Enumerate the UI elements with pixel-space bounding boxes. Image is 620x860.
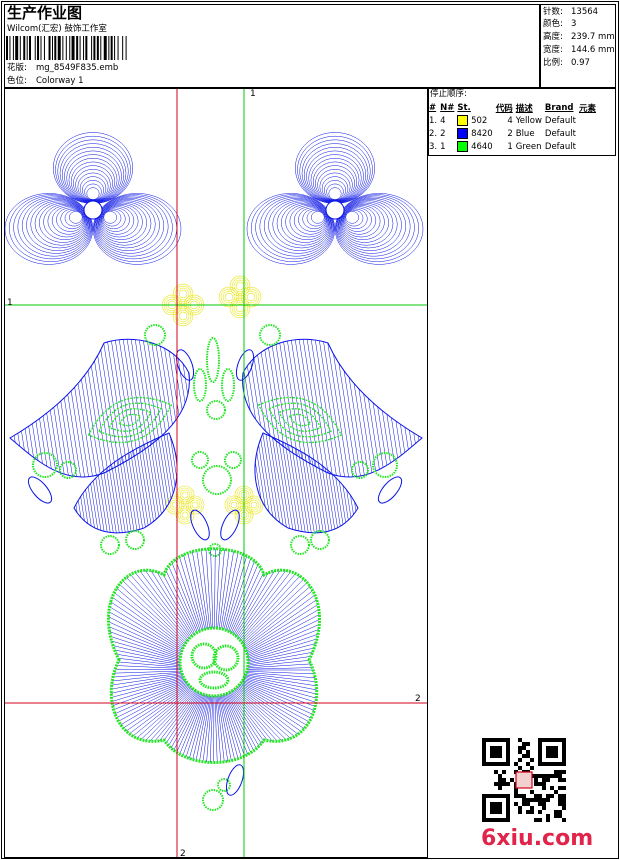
thread-cell: 1 bbox=[507, 141, 513, 152]
thread-col-header: 代码 bbox=[495, 103, 513, 114]
company-name: Wilcom(汇宏) 鼓饰工作室 bbox=[7, 24, 107, 34]
thread-cell: 2. bbox=[429, 128, 438, 139]
stitches-label: 针数: bbox=[543, 7, 563, 17]
thread-table: # N# St. 代码 描述 Brand 元素 1. 4 502 4 Yellow Default 2… bbox=[429, 101, 599, 153]
thread-cell bbox=[579, 140, 599, 153]
thread-cell: Default bbox=[544, 128, 576, 139]
color-swatch bbox=[457, 141, 469, 152]
colors-value: 3 bbox=[571, 19, 577, 29]
height-label: 高度: bbox=[543, 32, 563, 42]
thread-cell: Green bbox=[515, 141, 542, 152]
thread-col-header: 描述 bbox=[515, 103, 533, 114]
page-title: 生产作业图 bbox=[7, 4, 83, 22]
thread-table-header: # N# St. 代码 描述 Brand 元素 bbox=[429, 101, 599, 114]
thread-cell: Blue bbox=[515, 128, 535, 139]
color-swatch bbox=[457, 115, 469, 126]
scale-value: 0.97 bbox=[571, 58, 590, 68]
design-filename: mg_8549F835.emb bbox=[36, 63, 119, 73]
thread-cell: Yellow bbox=[515, 115, 542, 126]
thread-cell: Default bbox=[544, 141, 576, 152]
thread-col-header: 元素 bbox=[578, 103, 596, 114]
thread-row: 3. 1 4640 1 Green Default bbox=[429, 140, 599, 153]
thread-cell: 4 bbox=[440, 115, 446, 126]
guide-label-v1: 1 bbox=[250, 89, 256, 99]
thread-cell bbox=[579, 114, 599, 127]
stop-sequence-title: 停止顺序: bbox=[430, 89, 467, 99]
thread-col-header: N# bbox=[440, 102, 455, 113]
thread-cell: Default bbox=[544, 115, 576, 126]
color-swatch bbox=[457, 128, 469, 139]
width-label: 宽度: bbox=[543, 45, 563, 55]
guide-label-v2: 2 bbox=[180, 849, 186, 858]
thread-cell: 1. bbox=[429, 115, 438, 126]
width-value: 144.6 mm bbox=[571, 45, 615, 55]
embroidery-artwork bbox=[4, 132, 424, 811]
colorway-label: 色位: bbox=[7, 76, 27, 86]
thread-col-header: St. bbox=[457, 102, 471, 113]
thread-code: 4640 bbox=[468, 142, 493, 152]
scale-label: 比例: bbox=[543, 58, 563, 68]
thread-code: 8420 bbox=[468, 129, 493, 139]
thread-cell: 4 bbox=[507, 115, 513, 126]
thread-cell: 2 bbox=[507, 128, 513, 139]
thread-col-header: # bbox=[429, 102, 437, 113]
watermark-logo: 6xiu.com bbox=[481, 826, 594, 851]
thread-row: 2. 2 8420 2 Blue Default bbox=[429, 127, 599, 140]
qr-code-image bbox=[482, 738, 566, 822]
design-canvas: 1 1 2 2 bbox=[4, 89, 427, 858]
guide-label-h1: 1 bbox=[7, 298, 13, 308]
thread-cell bbox=[579, 127, 599, 140]
thread-cell: 3. bbox=[429, 141, 438, 152]
thread-cell: 1 bbox=[440, 141, 446, 152]
thread-cell: 2 bbox=[440, 128, 446, 139]
height-value: 239.7 mm bbox=[571, 32, 615, 42]
guide-label-h2: 2 bbox=[415, 694, 421, 704]
thread-row: 1. 4 502 4 Yellow Default bbox=[429, 114, 599, 127]
colorway-value: Colorway 1 bbox=[36, 76, 84, 86]
thread-code: 502 bbox=[468, 116, 488, 126]
stitches-value: 13564 bbox=[571, 7, 599, 17]
colors-label: 颜色: bbox=[543, 19, 563, 29]
design-label: 花版: bbox=[7, 63, 27, 73]
thread-col-header: Brand bbox=[544, 102, 574, 113]
barcode-image bbox=[6, 36, 127, 60]
